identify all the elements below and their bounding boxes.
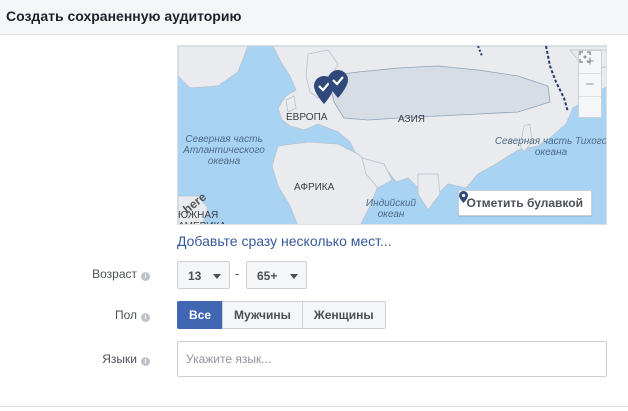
zoom-out-button[interactable]: − xyxy=(579,74,601,96)
caret-down-icon xyxy=(213,274,221,279)
gender-selector: Все Мужчины Женщины xyxy=(177,301,386,329)
pin-icon xyxy=(458,191,468,203)
drop-pin-button[interactable]: Отметить булавкой xyxy=(457,190,592,216)
info-icon[interactable]: i xyxy=(141,313,150,322)
age-label: Возраст i xyxy=(0,267,150,281)
age-range-dash: - xyxy=(235,266,240,281)
info-icon[interactable]: i xyxy=(141,357,150,366)
age-max-select[interactable]: 65+ xyxy=(246,261,307,289)
divider xyxy=(0,406,628,407)
fullscreen-icon xyxy=(579,51,591,63)
zoom-controls: + − xyxy=(578,50,602,118)
languages-input[interactable] xyxy=(177,341,607,377)
dialog-header: Создать сохраненную аудиторию xyxy=(0,0,628,35)
add-multiple-locations-link[interactable]: Добавьте сразу несколько мест... xyxy=(177,233,392,249)
age-min-select[interactable]: 13 xyxy=(177,261,230,289)
map-label-asia: АЗИЯ xyxy=(398,114,426,125)
caret-down-icon xyxy=(290,274,298,279)
map-label-north-pacific: Северная часть Тихого океана xyxy=(494,136,607,158)
map-view[interactable]: ЕВРОПА АЗИЯ АФРИКА Северная часть Атлант… xyxy=(177,45,607,225)
land-greenland xyxy=(178,46,249,89)
drop-pin-label: Отметить булавкой xyxy=(466,196,583,210)
languages-label: Языки i xyxy=(0,352,150,366)
map-label-north-atlantic: Северная часть Атлантического океана xyxy=(183,134,265,167)
fullscreen-button[interactable] xyxy=(579,51,601,119)
gender-label: Пол i xyxy=(0,308,150,322)
info-icon[interactable]: i xyxy=(141,272,150,281)
map-label-indian-ocean: Индийский океан xyxy=(365,198,417,220)
gender-men-button[interactable]: Мужчины xyxy=(222,301,303,329)
map-label-africa: АФРИКА xyxy=(294,182,335,193)
gender-women-button[interactable]: Женщины xyxy=(301,301,386,329)
gender-all-button[interactable]: Все xyxy=(177,301,224,329)
dialog-title: Создать сохраненную аудиторию xyxy=(6,8,242,24)
map-label-europe: ЕВРОПА xyxy=(286,112,328,123)
